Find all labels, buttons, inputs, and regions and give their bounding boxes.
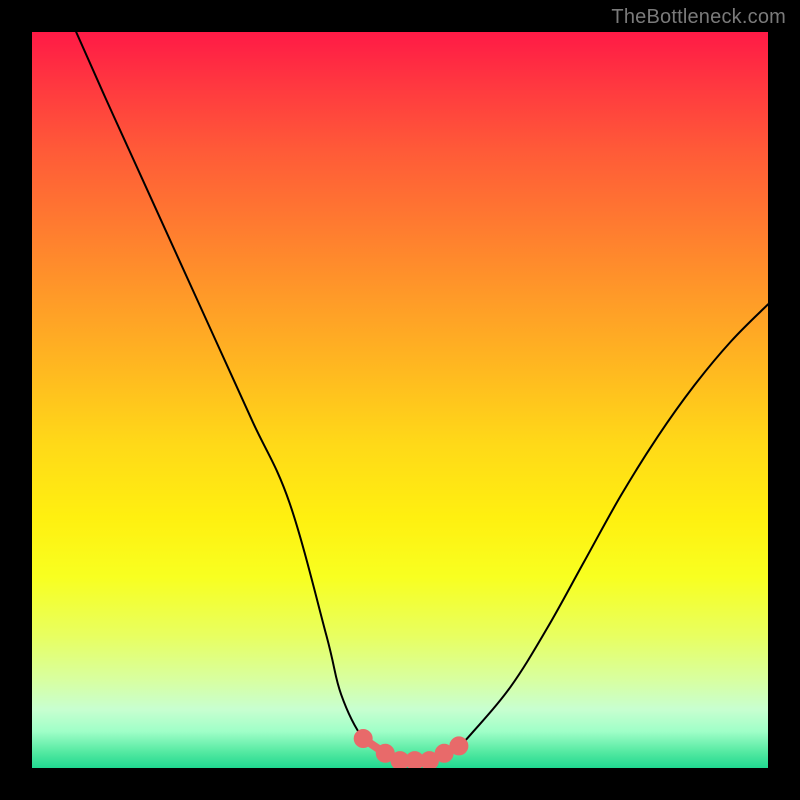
- chart-frame: TheBottleneck.com: [0, 0, 800, 800]
- highlight-dot: [453, 740, 464, 751]
- watermark-label: TheBottleneck.com: [611, 6, 786, 29]
- curve-layer: [32, 32, 768, 768]
- highlight-dot: [409, 755, 420, 766]
- plot-area: [32, 32, 768, 768]
- highlight-dot: [395, 755, 406, 766]
- bottleneck-curve: [76, 32, 768, 761]
- highlight-dot: [439, 748, 450, 759]
- highlight-dot: [380, 748, 391, 759]
- highlight-dot: [424, 755, 435, 766]
- highlight-dot: [358, 733, 369, 744]
- highlight-group: [358, 733, 465, 766]
